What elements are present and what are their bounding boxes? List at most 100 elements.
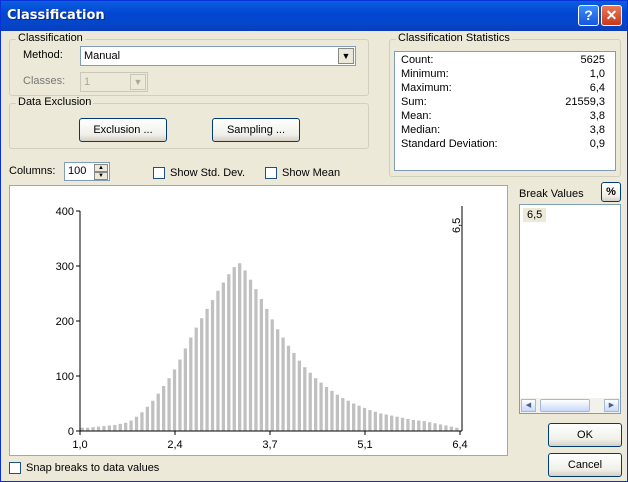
histogram-bar [308,372,312,431]
histogram-bar [417,420,421,431]
y-tick-label: 400 [56,206,74,218]
chevron-down-icon[interactable]: ▼ [130,74,146,90]
chevron-down-icon[interactable]: ▼ [338,48,354,64]
statistics-group-label: Classification Statistics [396,32,512,44]
stat-value: 5625 [580,54,605,66]
histogram-bar [379,413,383,431]
histogram-bar [319,382,323,431]
break-values-list[interactable]: 6,5 ◀ ▶ [519,204,621,414]
histogram-panel[interactable]: 0 100 200 300 400 1,0 2,4 3,7 5,1 6,4 6,5 [9,185,508,456]
spin-up-icon[interactable]: ▲ [94,164,108,172]
ok-button[interactable]: OK [548,423,622,447]
histogram-bar [167,378,171,431]
histogram-bar [346,400,350,431]
histogram-bar [411,420,415,431]
histogram-bar [292,352,296,431]
histogram-bar [286,345,291,431]
classes-dropdown[interactable]: 1 ▼ [80,72,148,92]
break-value-item[interactable]: 6,5 [523,208,547,222]
columns-value[interactable]: 100 [68,165,86,177]
histogram-bar [124,422,128,431]
histogram-bar [248,279,253,431]
y-tick-label: 300 [56,261,74,273]
method-value: Manual [84,50,121,62]
percent-button[interactable]: % [601,182,621,202]
histogram-bar [303,367,307,431]
show-mean-label: Show Mean [282,167,341,179]
stat-row: Standard Deviation: 0,9 [401,138,609,152]
histogram-bar [227,274,231,431]
method-label: Method: [23,49,63,61]
stat-key: Minimum: [401,68,449,80]
histogram-bar [254,289,258,431]
scroll-right-icon[interactable]: ▶ [604,399,619,412]
histogram-bar [335,394,339,431]
columns-label: Columns: [9,165,56,177]
cancel-button-label: Cancel [567,459,603,471]
exclusion-button[interactable]: Exclusion ... [79,118,167,142]
histogram-bar [140,412,144,431]
histogram-bar [200,318,204,431]
x-tick-label: 5,1 [357,439,372,451]
histogram-bar [134,416,139,431]
method-dropdown[interactable]: Manual ▼ [80,46,356,66]
stat-key: Median: [401,124,441,136]
histogram-bar [172,369,177,431]
horizontal-scrollbar[interactable]: ◀ ▶ [520,398,620,413]
histogram-bar [341,398,345,431]
histogram-bar [400,417,405,431]
cancel-button[interactable]: Cancel [548,453,622,477]
columns-spinner[interactable]: 100 ▲ ▼ [64,162,110,181]
histogram-bar [91,427,95,431]
histogram-bar [232,267,236,431]
stat-key: Sum: [401,96,427,108]
histogram-bar [113,424,117,431]
histogram-bar [390,415,394,431]
histogram-bar [281,337,285,431]
stat-row: Minimum: 1,0 [401,68,609,82]
histogram-bar [314,378,318,431]
stat-value: 0,9 [589,138,605,150]
stat-row: Mean: 3,8 [401,110,609,124]
stat-key: Maximum: [401,82,452,94]
y-tick-label: 0 [68,426,74,438]
histogram-bar [238,263,242,431]
window-title: Classification [7,8,105,23]
y-tick-label: 200 [56,316,74,328]
data-exclusion-group-label: Data Exclusion [16,96,94,108]
snap-breaks-checkbox[interactable] [9,462,21,474]
x-tick-label: 3,7 [262,439,277,451]
stat-key: Count: [401,54,434,66]
percent-button-label: % [606,186,616,198]
classes-value: 1 [84,76,91,88]
histogram-bar [384,414,388,431]
histogram-bar [145,406,149,431]
scroll-left-icon[interactable]: ◀ [521,399,536,412]
close-button[interactable]: ✕ [601,5,622,26]
histogram-bar [210,300,215,431]
histogram-bar [102,426,106,431]
sampling-button[interactable]: Sampling ... [212,118,300,142]
title-bar[interactable]: Classification ? ✕ [1,1,627,31]
data-exclusion-group: Data Exclusion Exclusion ... Sampling ..… [9,96,369,149]
histogram-bar [373,411,377,431]
show-mean-checkbox[interactable] [265,167,277,179]
histogram-bar [259,299,263,431]
stat-row: Sum: 21559,3 [401,96,609,110]
histogram-bar [243,270,247,431]
histogram-bar [449,426,453,431]
classes-label: Classes: [23,75,66,87]
classification-group: Classification Method: Manual ▼ Classes:… [9,32,369,96]
help-button[interactable]: ? [578,5,599,26]
scroll-thumb[interactable] [540,399,590,412]
statistics-list: Count: 5625 Minimum: 1,0 Maximum: 6,4 Sum: 2155… [394,51,616,171]
classification-group-label: Classification [16,32,85,44]
show-std-dev-checkbox[interactable] [153,167,165,179]
snap-breaks-label: Snap breaks to data values [26,462,160,474]
histogram-chart[interactable]: 0 100 200 300 400 1,0 2,4 3,7 5,1 6,4 6,5 [10,186,507,455]
stat-value: 1,0 [589,68,605,80]
histogram-bar [265,308,269,431]
histogram-bar [444,425,448,431]
spin-down-icon[interactable]: ▼ [94,172,108,180]
sampling-button-label: Sampling ... [226,124,286,136]
